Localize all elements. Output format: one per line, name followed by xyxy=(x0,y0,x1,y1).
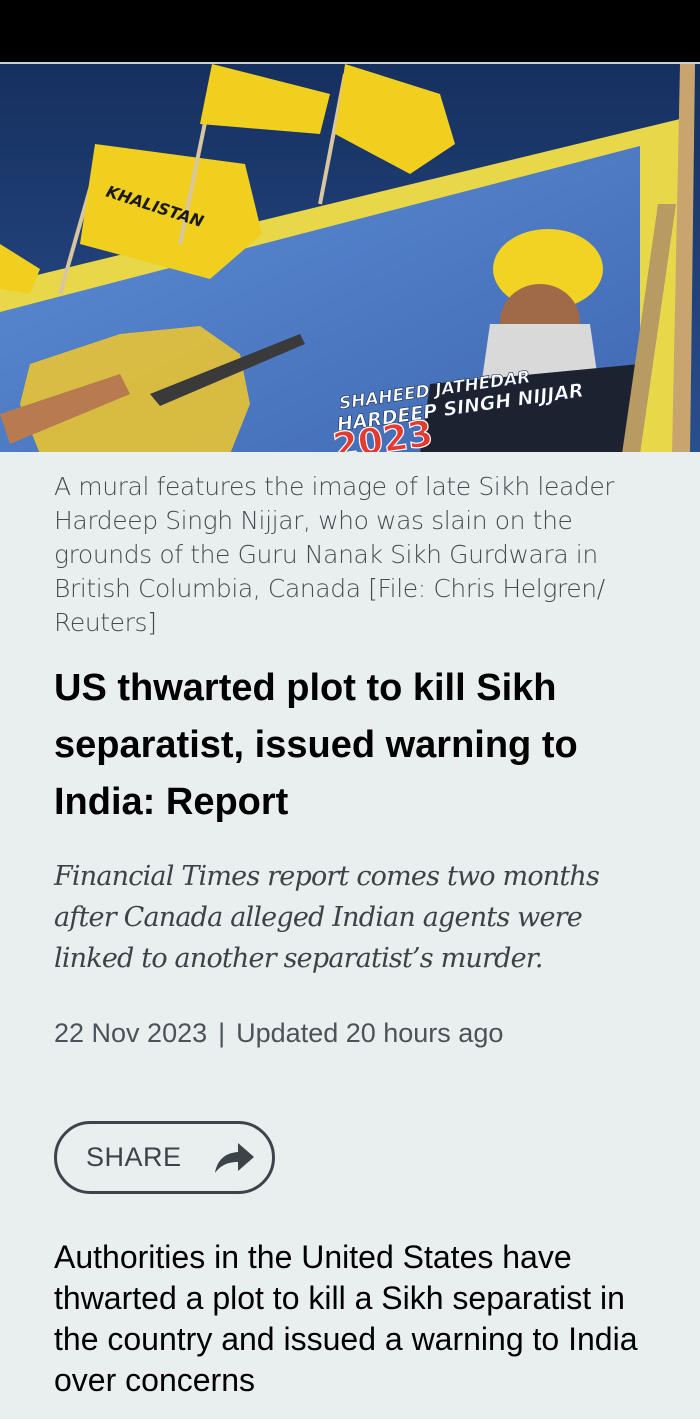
article-subhead: Financial Times report comes two months … xyxy=(54,861,600,974)
meta-separator: | xyxy=(218,1018,226,1048)
publish-date: 22 Nov 2023 xyxy=(54,1018,208,1048)
hero-image: KHALISTAN SHAHEED JATHEDAR HARDEEP SINGH… xyxy=(0,62,700,452)
article-headline: US thwarted plot to kill Sikh separatist… xyxy=(54,667,578,823)
share-button[interactable]: SHARE xyxy=(54,1121,275,1194)
updated-time: Updated 20 hours ago xyxy=(236,1018,504,1048)
share-label: SHARE xyxy=(86,1142,182,1172)
article-meta: 22 Nov 2023 | Updated 20 hours ago xyxy=(54,1013,503,1053)
image-caption: A mural features the image of late Sikh … xyxy=(54,472,615,637)
article-body: Authorities in the United States have th… xyxy=(54,1239,638,1398)
hero-illustration: KHALISTAN SHAHEED JATHEDAR HARDEEP SINGH… xyxy=(0,64,700,452)
share-arrow-icon xyxy=(212,1141,256,1175)
status-bar xyxy=(0,0,700,62)
